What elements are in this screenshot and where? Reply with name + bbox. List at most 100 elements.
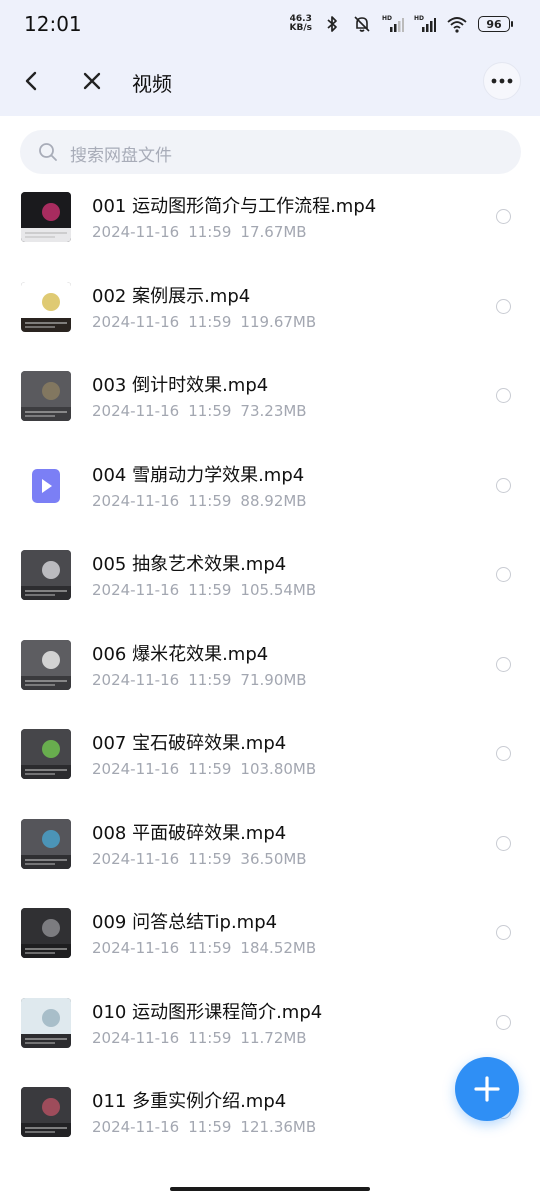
file-meta: 2024-11-16 11:59 71.90MB [92, 671, 307, 689]
file-date: 2024-11-16 [92, 1118, 180, 1136]
file-meta: 2024-11-16 11:59 17.67MB [92, 223, 307, 241]
file-meta: 2024-11-16 11:59 184.52MB [92, 939, 316, 957]
file-date: 2024-11-16 [92, 760, 180, 778]
file-row[interactable]: 003 倒计时效果.mp4 2024-11-16 11:59 73.23MB [0, 359, 540, 448]
status-bar: 12:01 46.3 KB/s HD HD 96 [0, 0, 540, 46]
file-date: 2024-11-16 [92, 849, 180, 868]
file-meta: 2024-11-16 11:59 73.23MB [92, 402, 307, 420]
status-time: 12:01 [24, 12, 82, 36]
file-date: 2024-11-16 [92, 939, 180, 957]
select-radio[interactable] [496, 388, 511, 403]
file-row[interactable]: 001 运动图形简介与工作流程.mp4 2024-11-16 11:59 17.67… [0, 180, 540, 269]
file-name: 009 问答总结Tip.mp4 [92, 912, 278, 933]
signal-icon: HD [382, 15, 404, 32]
file-name: 005 抽象艺术效果.mp4 [92, 554, 287, 575]
file-row[interactable]: 005 抽象艺术效果.mp4 2024-11-16 11:59 105.54MB [0, 538, 540, 627]
file-meta: 2024-11-16 11:59 36.50MB [92, 850, 307, 868]
nav-bar: 视频 [0, 46, 540, 116]
select-radio[interactable] [496, 298, 511, 314]
file-date: 2024-11-16 [92, 491, 180, 510]
video-thumbnail [21, 818, 71, 869]
select-radio[interactable] [496, 567, 511, 582]
search-placeholder: 搜索网盘文件 [70, 146, 172, 166]
page-title: 视频 [132, 72, 172, 96]
file-size: 73.23MB [240, 402, 307, 420]
select-radio[interactable] [496, 1014, 511, 1030]
file-time: 11:59 [188, 402, 232, 420]
file-time: 11:59 [188, 1118, 232, 1136]
file-time: 11:59 [188, 760, 232, 778]
file-meta: 2024-11-16 11:59 88.92MB [92, 492, 307, 510]
video-thumbnail [21, 1087, 71, 1137]
file-meta: 2024-11-16 11:59 105.54MB [92, 581, 316, 599]
home-indicator[interactable] [170, 1187, 370, 1191]
video-thumbnail [21, 908, 71, 958]
file-size: 11.72MB [240, 1028, 307, 1047]
mute-bell-icon [354, 16, 370, 32]
select-radio[interactable] [496, 209, 511, 224]
file-time: 11:59 [188, 312, 232, 331]
file-size: 119.67MB [240, 312, 317, 331]
svg-text:HD: HD [414, 15, 424, 22]
video-thumbnail [21, 371, 71, 421]
file-name: 002 案例展示.mp4 [92, 285, 251, 307]
file-row[interactable]: 008 平面破碎效果.mp4 2024-11-16 11:59 36.50MB [0, 807, 540, 896]
file-time: 11:59 [188, 939, 232, 957]
file-time: 11:59 [188, 491, 232, 510]
file-row[interactable]: 009 问答总结Tip.mp4 2024-11-16 11:59 184.52MB [0, 896, 540, 985]
add-button[interactable] [455, 1057, 519, 1121]
select-radio[interactable] [496, 477, 511, 493]
file-name: 006 爆米花效果.mp4 [92, 643, 269, 665]
file-size: 121.36MB [240, 1118, 317, 1136]
select-radio[interactable] [496, 925, 511, 940]
signal-icon-2: HD [414, 15, 436, 32]
file-date: 2024-11-16 [92, 581, 180, 599]
status-icons: 46.3 KB/s HD HD 96 [290, 12, 513, 36]
file-size: 103.80MB [240, 760, 317, 778]
file-size: 105.54MB [240, 581, 317, 599]
chevron-left-icon [25, 71, 37, 91]
select-radio[interactable] [496, 746, 511, 761]
file-row[interactable]: 006 爆米花效果.mp4 2024-11-16 11:59 71.90MB [0, 628, 540, 717]
file-time: 11:59 [188, 1028, 232, 1047]
file-date: 2024-11-16 [92, 312, 180, 331]
file-meta: 2024-11-16 11:59 103.80MB [92, 760, 316, 778]
file-row[interactable]: 010 运动图形课程简介.mp4 2024-11-16 11:59 11.72MB [0, 986, 540, 1075]
file-name: 004 雪崩动力学效果.mp4 [92, 464, 305, 486]
more-button[interactable] [483, 62, 521, 100]
file-name: 001 运动图形简介与工作流程.mp4 [92, 196, 377, 217]
file-size: 36.50MB [240, 849, 307, 868]
select-radio[interactable] [496, 835, 511, 851]
video-thumbnail [21, 997, 71, 1048]
file-size: 184.52MB [240, 939, 317, 957]
file-time: 11:59 [188, 223, 232, 241]
file-name: 008 平面破碎效果.mp4 [92, 822, 287, 844]
video-thumbnail [21, 639, 71, 690]
file-date: 2024-11-16 [92, 402, 180, 420]
file-meta: 2024-11-16 11:59 119.67MB [92, 313, 316, 331]
file-size: 17.67MB [240, 223, 307, 241]
video-thumbnail [21, 550, 71, 600]
file-row[interactable]: 007 宝石破碎效果.mp4 2024-11-16 11:59 103.80MB [0, 717, 540, 806]
plus-icon [474, 1076, 500, 1102]
file-row[interactable]: 004 雪崩动力学效果.mp4 2024-11-16 11:59 88.92MB [0, 449, 540, 538]
file-meta: 2024-11-16 11:59 121.36MB [92, 1118, 316, 1136]
file-time: 11:59 [188, 581, 232, 599]
network-speed: 46.3 KB/s [290, 15, 312, 33]
video-file-icon [21, 461, 71, 511]
back-button[interactable] [16, 65, 48, 97]
video-thumbnail [21, 281, 71, 332]
file-row[interactable]: 002 案例展示.mp4 2024-11-16 11:59 119.67MB [0, 270, 540, 359]
bluetooth-icon [327, 16, 337, 32]
file-size: 71.90MB [240, 670, 307, 689]
wifi-icon [447, 17, 467, 33]
close-button[interactable] [76, 65, 108, 97]
file-size: 88.92MB [240, 491, 307, 510]
search-input[interactable]: 搜索网盘文件 [20, 130, 521, 174]
file-date: 2024-11-16 [92, 1028, 180, 1047]
select-radio[interactable] [496, 656, 511, 672]
video-thumbnail [21, 192, 71, 242]
file-name: 011 多重实例介绍.mp4 [92, 1091, 287, 1112]
search-icon [39, 143, 57, 161]
file-name: 003 倒计时效果.mp4 [92, 375, 269, 396]
